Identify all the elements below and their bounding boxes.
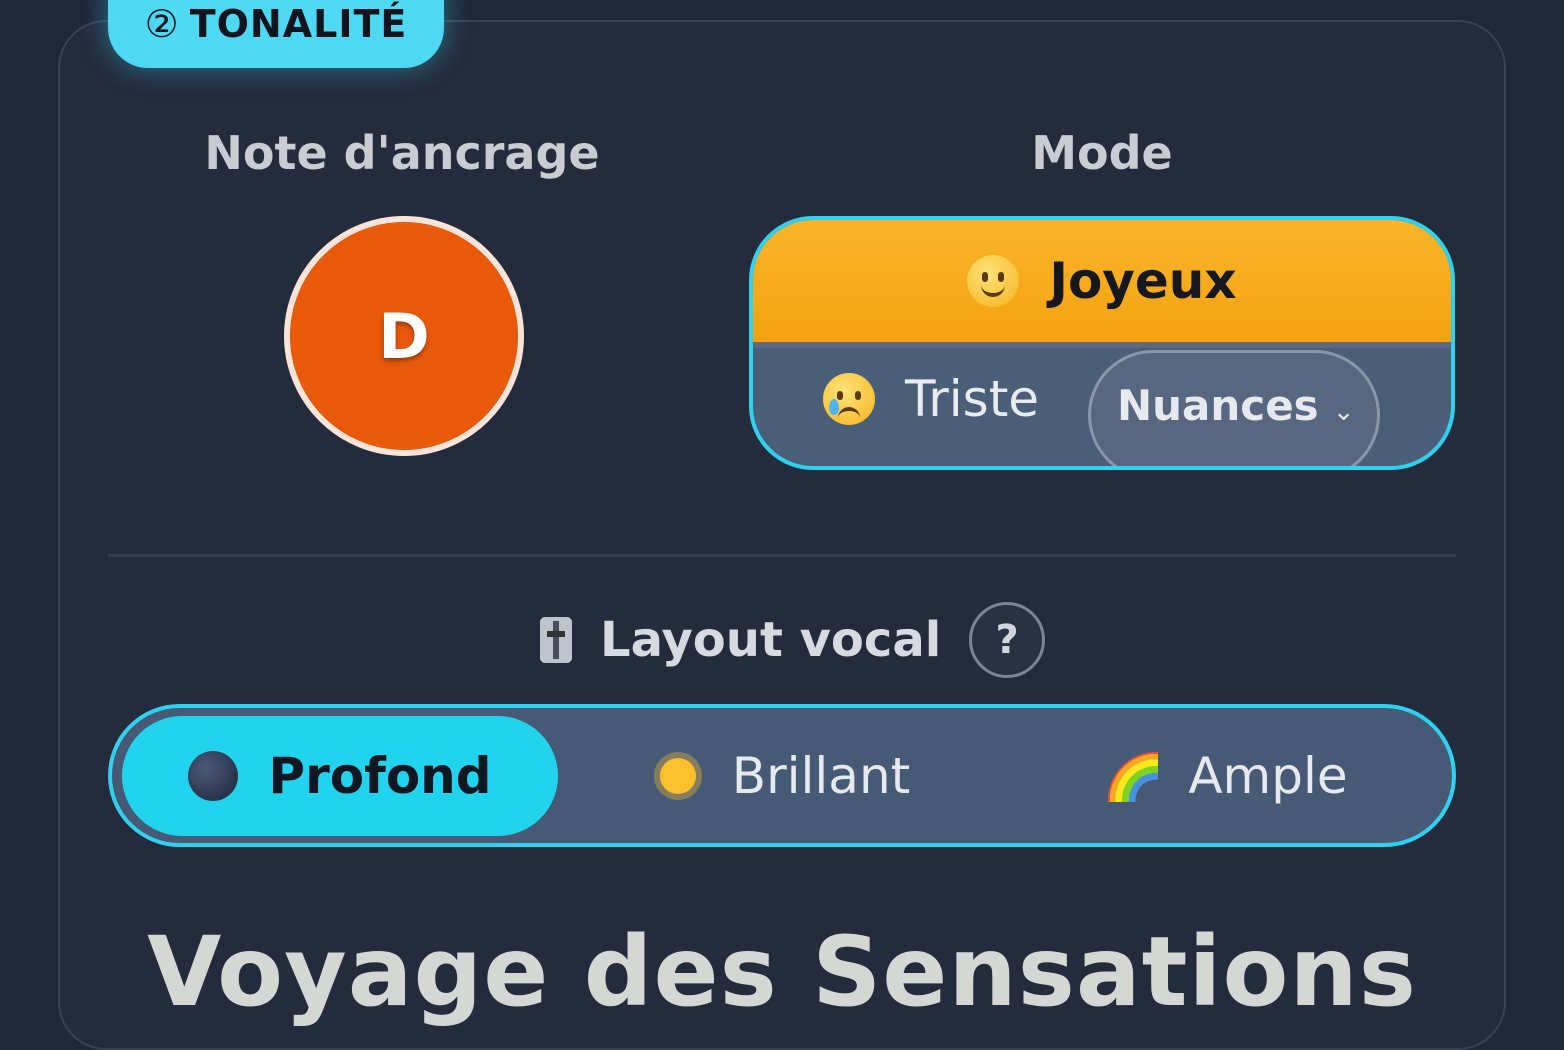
sun-icon — [659, 758, 696, 794]
mode-option-label: Joyeux — [1049, 252, 1237, 310]
section-number: ② — [144, 2, 180, 46]
section-divider — [108, 554, 1456, 557]
help-button[interactable]: ? — [969, 602, 1046, 678]
section-badge: ② TONALITÉ — [108, 0, 444, 68]
mode-divider — [753, 342, 1451, 348]
mode-option-joyeux[interactable]: Joyeux — [753, 220, 1451, 342]
layout-option-brillant[interactable]: Brillant — [652, 716, 912, 836]
mixer-slider-icon — [540, 617, 572, 663]
layout-option-label: Profond — [268, 747, 492, 805]
anchor-note-value: D — [378, 299, 430, 373]
chevron-down-icon: ⌄ — [1332, 397, 1355, 427]
nuances-dropdown-button[interactable]: Nuances ⌄ — [1088, 350, 1380, 466]
layout-option-label: Brillant — [731, 747, 911, 805]
anchor-note-label: Note d'ancrage — [204, 126, 600, 180]
rainbow-icon — [1106, 750, 1158, 802]
smiling-face-icon — [967, 255, 1020, 307]
layout-vocal-segmented-control: Profond Brillant Ample — [108, 704, 1456, 847]
mode-option-triste[interactable]: Triste — [823, 370, 1039, 428]
layout-vocal-header: Layout vocal ? — [540, 600, 1046, 680]
journey-title: Voyage des Sensations — [147, 916, 1417, 1028]
layout-option-label: Ample — [1188, 747, 1348, 805]
mode-option-label: Triste — [905, 370, 1040, 428]
nuances-label: Nuances — [1117, 381, 1319, 430]
mode-label: Mode — [1031, 126, 1173, 180]
moon-icon — [188, 751, 239, 801]
layout-vocal-title: Layout vocal — [600, 612, 942, 668]
anchor-note-button[interactable]: D — [284, 216, 524, 456]
crying-face-icon — [823, 373, 875, 425]
layout-option-profond[interactable]: Profond — [122, 716, 558, 836]
section-title: TONALITÉ — [189, 2, 408, 46]
mode-selector: Joyeux Triste Nuances ⌄ — [749, 216, 1455, 470]
layout-option-ample[interactable]: Ample — [1102, 716, 1352, 836]
